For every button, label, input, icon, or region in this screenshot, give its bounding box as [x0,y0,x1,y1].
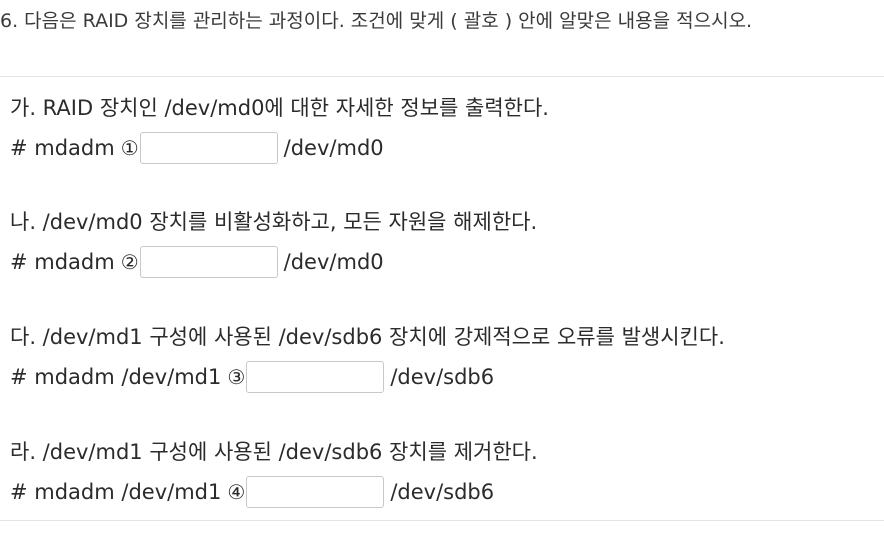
command-line: # mdadm ② /dev/md0 [10,245,537,279]
command-suffix: /dev/sdb6 [390,365,495,389]
command-line: # mdadm /dev/md1 ④ /dev/sdb6 [10,475,538,509]
blank-marker: ② [120,250,139,274]
answer-input-2[interactable] [139,246,278,278]
blank-marker: ① [120,136,139,160]
command-suffix: /dev/sdb6 [390,480,495,504]
question-item-4: 라. /dev/md1 구성에 사용된 /dev/sdb6 장치를 제거한다. … [10,437,538,509]
top-divider [0,76,884,77]
command-prefix: # mdadm [10,136,115,160]
answer-input-1[interactable] [139,132,278,164]
question-item-3: 다. /dev/md1 구성에 사용된 /dev/sdb6 장치에 강제적으로 … [10,322,725,394]
item-description: 라. /dev/md1 구성에 사용된 /dev/sdb6 장치를 제거한다. [10,440,538,464]
item-description: 가. RAID 장치인 /dev/md0에 대한 자세한 정보를 출력한다. [10,96,549,120]
question-item-2: 나. /dev/md0 장치를 비활성화하고, 모든 자원을 해제한다. # m… [10,207,537,279]
question-title: 6. 다음은 RAID 장치를 관리하는 과정이다. 조건에 맞게 ( 괄호 )… [0,10,753,32]
bottom-divider [0,520,884,521]
blank-marker: ③ [227,365,246,389]
question-item-1: 가. RAID 장치인 /dev/md0에 대한 자세한 정보를 출력한다. #… [10,93,549,165]
command-suffix: /dev/md0 [283,250,384,274]
item-description: 나. /dev/md0 장치를 비활성화하고, 모든 자원을 해제한다. [10,210,538,234]
command-suffix: /dev/md0 [283,136,384,160]
command-prefix: # mdadm /dev/md1 [10,365,222,389]
command-line: # mdadm ① /dev/md0 [10,131,549,165]
answer-input-3[interactable] [246,361,385,393]
question-block: 6. 다음은 RAID 장치를 관리하는 과정이다. 조건에 맞게 ( 괄호 )… [0,0,884,533]
item-description: 다. /dev/md1 구성에 사용된 /dev/sdb6 장치에 강제적으로 … [10,325,725,349]
answer-input-4[interactable] [246,476,385,508]
command-line: # mdadm /dev/md1 ③ /dev/sdb6 [10,360,725,394]
command-prefix: # mdadm [10,250,115,274]
command-prefix: # mdadm /dev/md1 [10,480,222,504]
blank-marker: ④ [227,480,246,504]
